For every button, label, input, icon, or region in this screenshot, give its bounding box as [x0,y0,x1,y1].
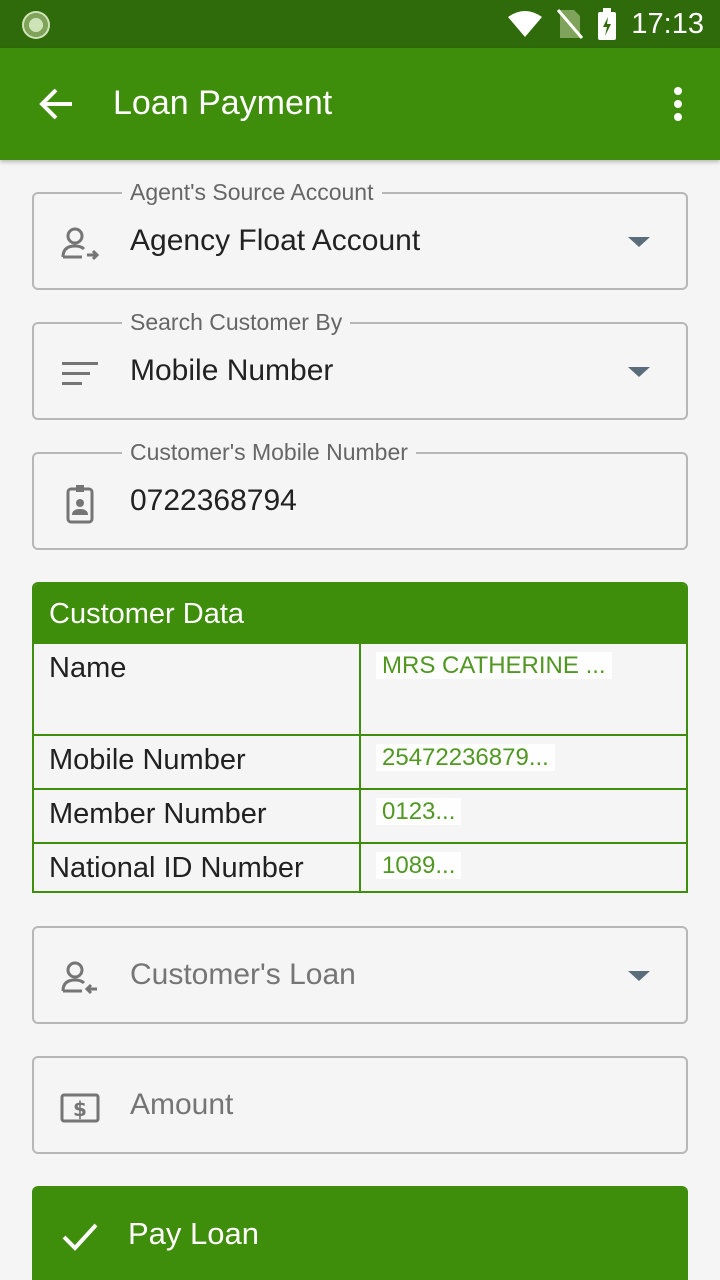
svg-text:$: $ [73,1097,87,1121]
battery-icon [598,8,617,40]
page-title: Loan Payment [113,84,333,122]
overflow-menu-icon[interactable] [672,86,684,122]
customer-data-title: Customer Data [34,584,686,642]
redacted-value: 25472236879... [376,744,555,771]
app-notification-icon [22,11,50,39]
search-by-value: Mobile Number [130,354,334,387]
pay-loan-label: Pay Loan [128,1216,259,1251]
dropdown-caret-icon [628,237,650,247]
customer-loan-placeholder: Customer's Loan [130,958,356,991]
person-arrow-in-icon [61,961,97,995]
table-row: Mobile Number 25472236879... [34,734,686,789]
sort-lines-icon [62,362,98,385]
status-clock: 17:13 [631,7,704,40]
row-key: Mobile Number [34,734,361,789]
status-bar: 17:13 [0,0,720,48]
source-account-label: Agent's Source Account [122,179,382,206]
customer-data-card: Customer Data Name MRS CATHERINE ... Mob… [32,582,688,893]
row-key: Name [34,642,361,735]
row-key: National ID Number [34,842,361,891]
no-sim-icon [557,9,584,39]
source-account-select[interactable]: Agent's Source Account Agency Float Acco… [32,179,688,290]
row-value: 25472236879... [360,734,686,789]
contact-badge-icon [66,485,94,524]
search-by-label: Search Customer By [122,309,351,336]
pay-loan-button[interactable]: Pay Loan [32,1186,688,1280]
app-bar: Loan Payment [0,48,720,160]
mobile-number-field[interactable]: Customer's Mobile Number 0722368794 [32,439,688,550]
redacted-value: MRS CATHERINE ... [376,652,612,679]
table-row: Name MRS CATHERINE ... [34,642,686,735]
money-icon: $ [60,1093,100,1123]
source-account-value: Agency Float Account [130,224,421,257]
customer-loan-select[interactable]: Customer's Loan [32,926,688,1024]
dropdown-caret-icon [628,367,650,377]
row-value: 1089... [360,842,686,891]
table-row: National ID Number 1089... [34,842,686,891]
mobile-number-label: Customer's Mobile Number [122,439,416,466]
search-by-select[interactable]: Search Customer By Mobile Number [32,309,688,420]
redacted-value: 1089... [376,852,462,879]
back-arrow-icon[interactable] [34,82,78,126]
system-icons: 17:13 [507,6,704,42]
row-value: MRS CATHERINE ... [360,642,686,735]
customer-data-table: Name MRS CATHERINE ... Mobile Number 254… [34,642,686,891]
row-value: 0123... [360,788,686,843]
redacted-value: 0123... [376,798,462,825]
amount-input[interactable]: Amount [130,1088,233,1122]
dropdown-caret-icon [628,971,650,981]
mobile-number-input[interactable]: 0722368794 [130,484,297,518]
row-key: Member Number [34,788,361,843]
person-arrow-icon [61,227,100,261]
wifi-icon [508,11,543,37]
amount-field[interactable]: $ Amount [32,1056,688,1154]
check-icon [62,1223,98,1251]
table-row: Member Number 0123... [34,788,686,843]
